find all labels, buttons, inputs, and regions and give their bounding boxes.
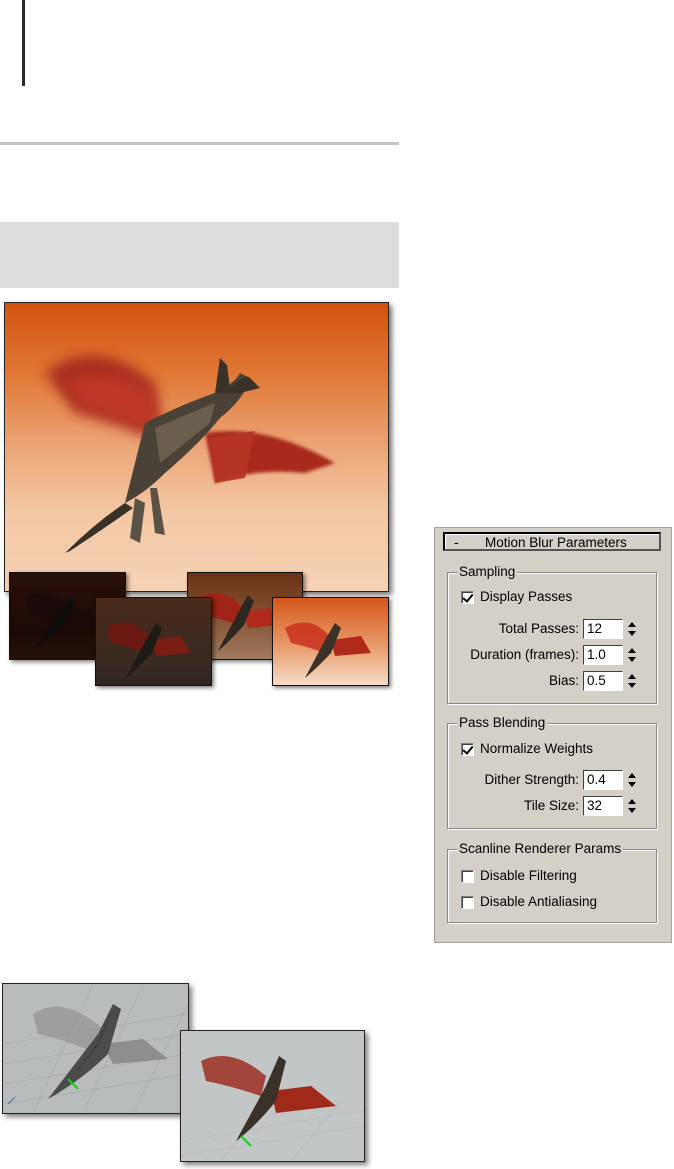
normalize-weights-checkbox[interactable]	[461, 742, 474, 756]
scanline-renderer-group: Scanline Renderer Params Disable Filteri…	[447, 841, 657, 923]
disable-antialiasing-row[interactable]: Disable Antialiasing	[461, 893, 597, 911]
margin-bar	[22, 0, 25, 86]
normalize-weights-label: Normalize Weights	[480, 741, 594, 756]
tile-size-label: Tile Size:	[523, 798, 579, 813]
dragon-illustration	[285, 622, 371, 678]
scanline-group-label: Scanline Renderer Params	[457, 841, 624, 857]
normalize-weights-row[interactable]: Normalize Weights	[461, 740, 593, 758]
rollout-title: Motion Blur Parameters	[485, 535, 627, 550]
display-passes-row[interactable]: Display Passes	[461, 588, 572, 606]
dragon-illustration	[45, 355, 335, 553]
total-passes-label: Total Passes:	[498, 621, 579, 636]
sampling-group-label: Sampling	[457, 564, 518, 580]
tile-size-field[interactable]: 32	[583, 796, 623, 816]
total-passes-field[interactable]: 12	[583, 619, 623, 639]
horizontal-rule	[0, 142, 399, 145]
collapse-icon: -	[454, 534, 459, 550]
caption-box	[0, 222, 399, 288]
spinner-arrows-icon[interactable]	[627, 620, 637, 638]
dither-strength-label: Dither Strength:	[484, 772, 579, 787]
pass-thumbnail-2	[95, 597, 212, 686]
pass-blending-group: Pass Blending Normalize Weights Dither S…	[447, 715, 657, 829]
duration-field[interactable]: 1.0	[583, 645, 623, 665]
disable-antialiasing-checkbox[interactable]	[461, 895, 474, 909]
disable-filtering-checkbox[interactable]	[461, 869, 474, 883]
bias-field[interactable]: 0.5	[583, 671, 623, 691]
disable-antialiasing-label: Disable Antialiasing	[480, 894, 598, 909]
pass-thumbnail-4	[272, 597, 389, 686]
disable-filtering-label: Disable Filtering	[480, 868, 577, 883]
rendered-viewport-image	[180, 1030, 365, 1162]
motion-blur-rollout: - Motion Blur Parameters Sampling Displa…	[434, 527, 672, 943]
bias-label: Bias:	[548, 673, 579, 688]
dragon-wireframe-illustration	[3, 984, 188, 1113]
display-passes-checkbox[interactable]	[461, 590, 474, 604]
pass-blending-group-label: Pass Blending	[457, 715, 548, 731]
dither-strength-field[interactable]: 0.4	[583, 770, 623, 790]
spinner-arrows-icon[interactable]	[627, 797, 637, 815]
sampling-group: Sampling Display Passes Total Passes: 12…	[447, 564, 657, 704]
wireframe-viewport-image	[2, 983, 189, 1114]
dragon-render-image	[4, 302, 389, 592]
dragon-shaded-illustration	[181, 1056, 364, 1161]
spinner-arrows-icon[interactable]	[627, 771, 637, 789]
display-passes-label: Display Passes	[480, 589, 573, 604]
spinner-arrows-icon[interactable]	[627, 646, 637, 664]
dragon-illustration	[106, 622, 191, 678]
spinner-arrows-icon[interactable]	[627, 672, 637, 690]
duration-label: Duration (frames):	[470, 647, 579, 662]
disable-filtering-row[interactable]: Disable Filtering	[461, 867, 577, 885]
rollout-header-button[interactable]: - Motion Blur Parameters	[443, 532, 661, 551]
